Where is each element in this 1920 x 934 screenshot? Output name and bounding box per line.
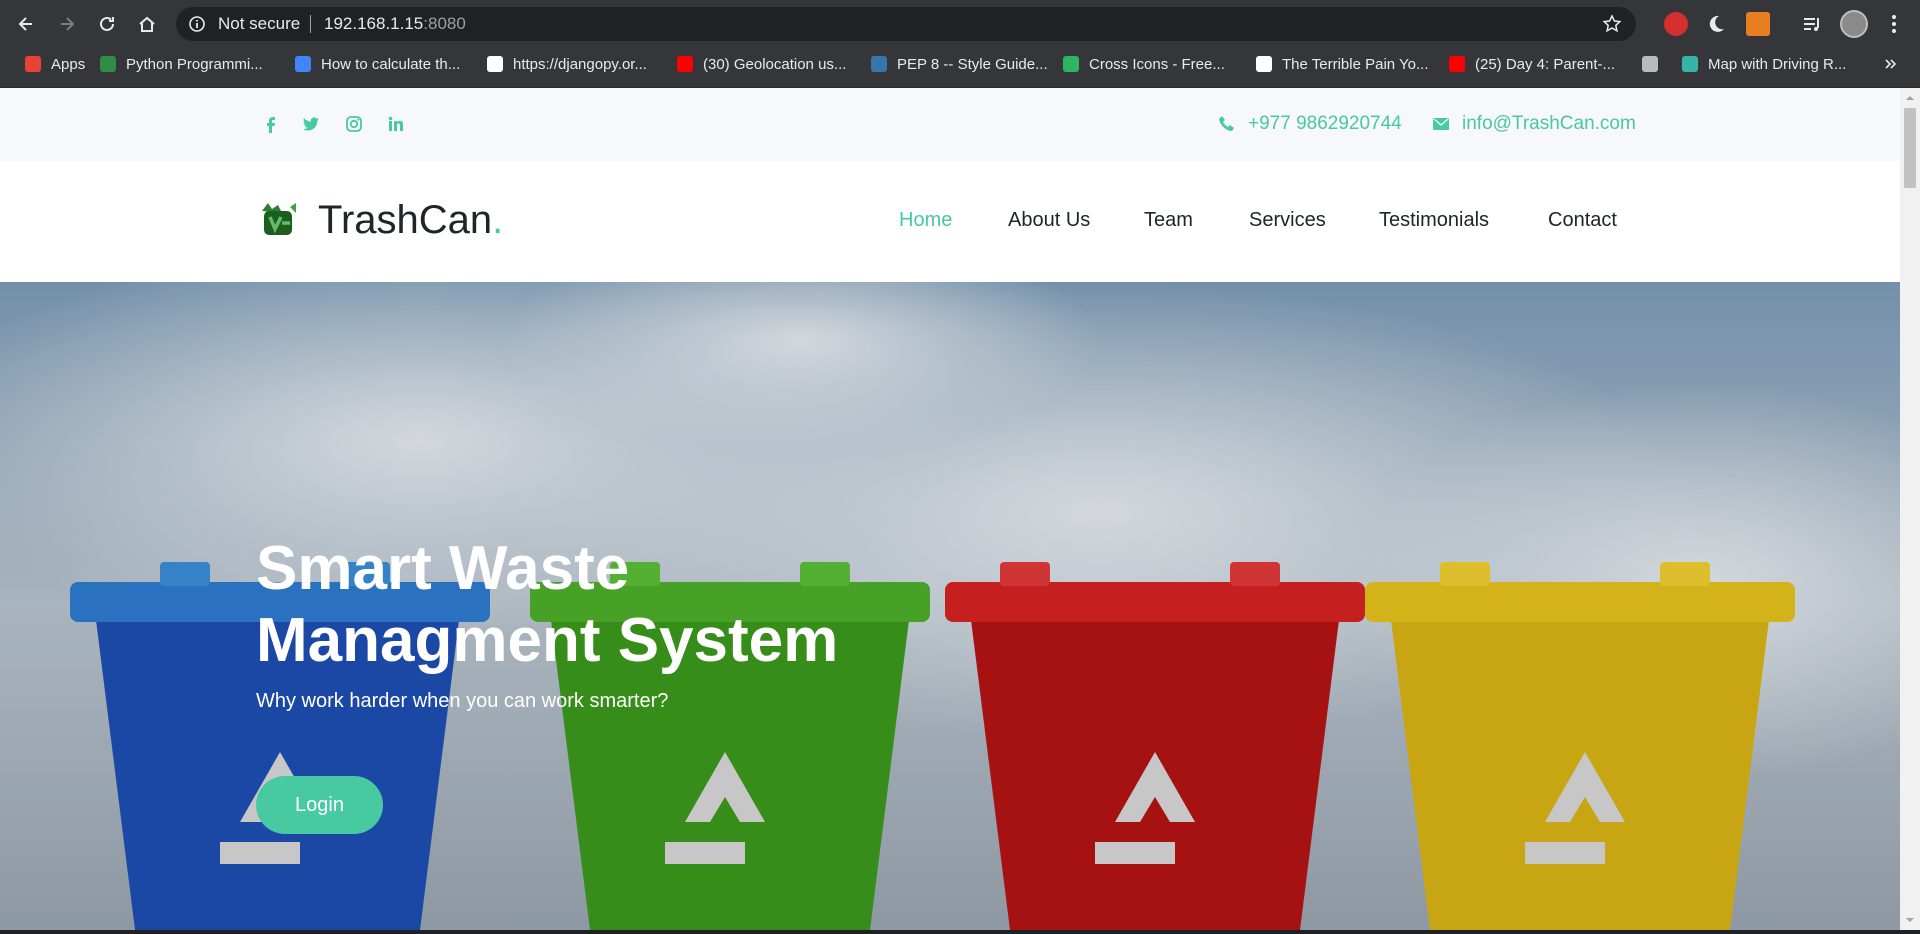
trashcan-logo-icon[interactable] — [256, 197, 300, 241]
bookmark-label: Python Programmi... — [126, 55, 263, 73]
url-text[interactable]: 192.168.1.15:8080 — [324, 15, 466, 33]
star-icon[interactable] — [1602, 14, 1622, 34]
back-button[interactable] — [10, 8, 42, 40]
arrow-right-icon — [61, 17, 75, 31]
bookmarks-bar: Apps Python Programmi... How to calculate … — [0, 48, 1920, 88]
reload-button[interactable] — [91, 8, 123, 40]
flaticon-icon — [1063, 56, 1079, 72]
security-label: Not secure — [218, 14, 301, 33]
arrow-left-icon — [18, 17, 32, 31]
bookmark-item[interactable]: Cross Icons - Free... — [1063, 48, 1225, 80]
bookmark-item[interactable]: Apps — [25, 48, 85, 80]
address-bar[interactable]: Not secure 192.168.1.15:8080 — [176, 7, 1636, 41]
bookmark-item[interactable]: The Terrible Pain Yo... — [1256, 48, 1428, 80]
eye-icon — [295, 56, 311, 72]
linkedin-icon[interactable] — [386, 114, 406, 134]
brand-logo[interactable]: TrashCan. — [318, 197, 503, 243]
bookmark-label: Apps — [51, 55, 86, 73]
bookmark-item[interactable]: https://djangopy.or... — [487, 48, 647, 80]
profile-avatar[interactable] — [1840, 10, 1868, 38]
reload-icon — [100, 16, 114, 31]
webpage: +977 9862920744 info@TrashCan.com TrashC… — [0, 88, 1900, 930]
scroll-down-arrow-icon[interactable] — [1904, 914, 1916, 926]
djangopy-icon — [487, 56, 503, 72]
guitar-icon — [1642, 56, 1658, 72]
email-address: info@TrashCan.com — [1462, 113, 1636, 134]
bookmark-label: The Terrible Pain Yo... — [1282, 55, 1429, 73]
brand-dot: . — [492, 198, 504, 242]
contact-topbar: +977 9862920744 info@TrashCan.com — [0, 88, 1900, 161]
extension-off-icon[interactable] — [1746, 12, 1770, 36]
media-queue-icon[interactable] — [1800, 12, 1824, 36]
youtube-icon — [677, 56, 693, 72]
bookmark-item[interactable]: Map with Driving R... — [1682, 48, 1846, 80]
bookmarks-overflow-chevron-icon[interactable] — [1884, 48, 1898, 80]
main-navbar: TrashCan. Home About Us Team Services Te… — [0, 161, 1900, 282]
dark-mode-icon[interactable] — [1704, 12, 1728, 36]
phone-contact[interactable]: +977 9862920744 — [1218, 113, 1402, 135]
more-menu-icon[interactable] — [1882, 12, 1906, 36]
bookmark-label: https://djangopy.or... — [513, 55, 647, 73]
brand-name: TrashCan — [318, 198, 493, 242]
url-host: 192.168.1.15 — [324, 14, 424, 33]
bookmark-label: How to calculate th... — [321, 55, 461, 73]
apps-grid-icon — [25, 56, 41, 72]
medium-icon — [1256, 56, 1272, 72]
bookmark-item[interactable]: (25) Day 4: Parent-... — [1449, 48, 1615, 80]
bookmark-item[interactable]: How to calculate th... — [295, 48, 460, 80]
nav-contact[interactable]: Contact — [1548, 208, 1617, 232]
url-port: :8080 — [423, 14, 466, 33]
login-button[interactable]: Login — [256, 776, 383, 834]
map-icon — [1682, 56, 1698, 72]
envelope-icon — [1433, 118, 1449, 130]
twitter-icon[interactable] — [301, 114, 321, 134]
nav-home[interactable]: Home — [899, 208, 952, 232]
phone-number: +977 9862920744 — [1248, 113, 1402, 134]
nav-team[interactable]: Team — [1144, 208, 1193, 232]
phone-icon — [1219, 116, 1234, 131]
bookmark-label: Map with Driving R... — [1708, 55, 1847, 73]
facebook-icon[interactable] — [261, 114, 281, 134]
python-icon — [871, 56, 887, 72]
instagram-icon[interactable] — [344, 114, 364, 134]
bookmark-label: (30) Geolocation us... — [703, 55, 847, 73]
geeksforgeeks-icon — [100, 56, 116, 72]
nav-about-us[interactable]: About Us — [1008, 208, 1090, 232]
forward-button[interactable] — [51, 8, 83, 40]
home-button[interactable] — [131, 8, 163, 40]
scroll-up-arrow-icon[interactable] — [1904, 92, 1916, 104]
bookmark-item[interactable] — [1642, 48, 1658, 80]
nav-testimonials[interactable]: Testimonials — [1379, 208, 1489, 232]
email-contact[interactable]: info@TrashCan.com — [1432, 113, 1636, 135]
youtube-icon — [1449, 56, 1465, 72]
bookmark-item[interactable]: PEP 8 -- Style Guide... — [871, 48, 1048, 80]
bookmark-item[interactable]: Python Programmi... — [100, 48, 263, 80]
bookmark-label: (25) Day 4: Parent-... — [1475, 55, 1616, 73]
address-separator — [310, 15, 311, 33]
bookmark-label: PEP 8 -- Style Guide... — [897, 55, 1048, 73]
bookmark-item[interactable]: (30) Geolocation us... — [677, 48, 846, 80]
info-icon[interactable] — [188, 15, 206, 33]
hero-title: Smart Waste Managment System — [256, 534, 839, 675]
browser-toolbar: Not secure 192.168.1.15:8080 — [0, 0, 1920, 48]
home-icon — [139, 16, 155, 32]
hero-section: Smart Waste Managment System Why work ha… — [0, 282, 1900, 930]
adblock-extension-icon[interactable] — [1664, 12, 1688, 36]
bookmark-label: Cross Icons - Free... — [1089, 55, 1225, 73]
scrollbar-thumb[interactable] — [1904, 108, 1916, 188]
nav-services[interactable]: Services — [1249, 208, 1326, 232]
vertical-scrollbar[interactable] — [1900, 88, 1920, 930]
hero-subtitle: Why work harder when you can work smarte… — [256, 690, 669, 712]
